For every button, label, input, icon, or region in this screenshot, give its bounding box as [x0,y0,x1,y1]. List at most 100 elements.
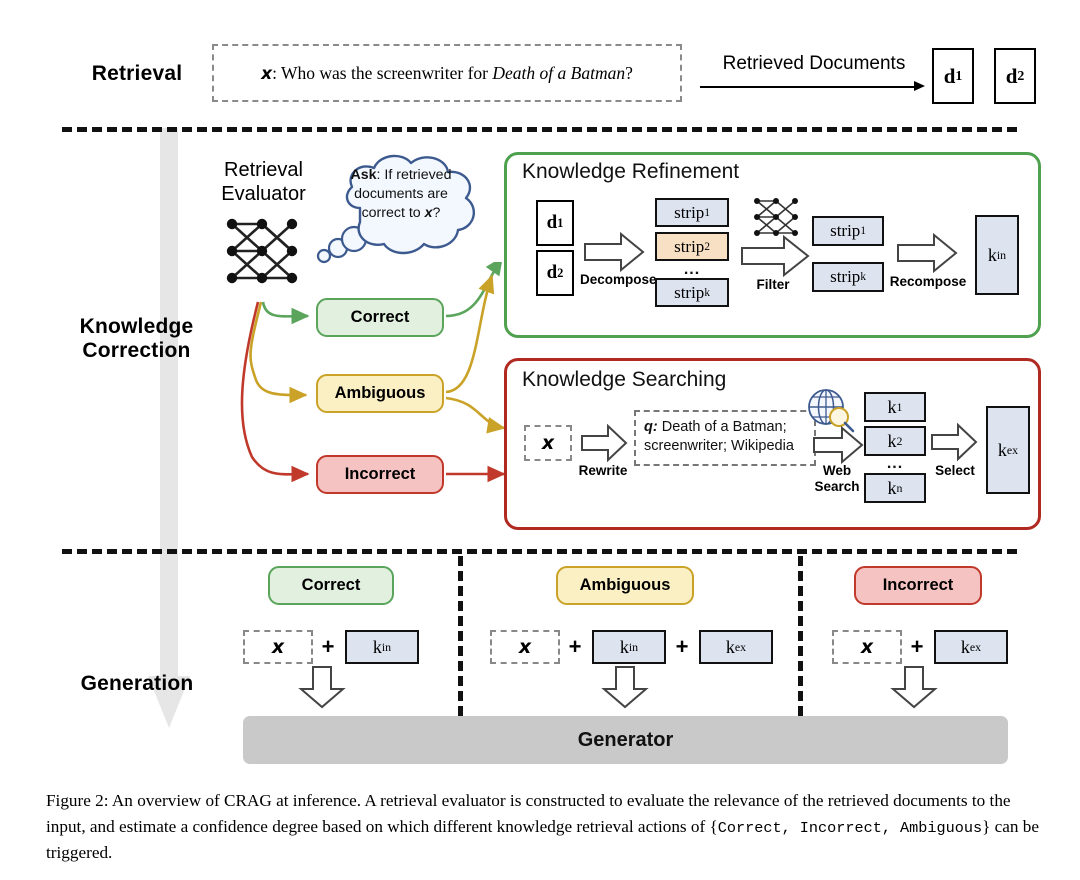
section-divider-correction [62,549,1017,554]
k-subscript: n [896,480,903,495]
generation-pill-incorrect[interactable]: Incorrect [854,566,982,605]
retrieved-document-d1: d1 [932,48,974,104]
k-subscript: 2 [896,433,903,448]
strip-subscript: 1 [860,225,866,237]
query-suffix: ? [625,62,633,83]
bubble-line3-post: ? [432,205,441,222]
generation-input-x-ambiguous: x [490,630,560,664]
input-query-text: x: Who was the screenwriter for Death of… [261,63,633,84]
decision-pill-correct[interactable]: Correct [316,298,444,337]
caption-actions: Correct, Incorrect, Ambiguous [717,818,983,837]
generation-down-arrow-incorrect [890,666,938,709]
generation-down-arrow-ambiguous [601,666,649,709]
generation-plus-correct-1: + [321,634,335,659]
web-search-line2: Search [814,478,860,494]
stage-label-knowledge-correction: Knowledge Correction [54,315,219,362]
k-label: k [960,636,970,657]
strip-subscript: 1 [704,206,710,219]
strip-box-1: strip 1 [655,198,729,227]
doc-subscript: 2 [1017,68,1025,83]
k-label: k [887,430,897,451]
strip-label: strip [674,282,705,302]
decompose-label: Decompose [580,272,657,287]
search-result-kn: kn [864,473,926,503]
rewritten-query-text: q: Death of a Batman; [644,418,806,437]
retrieval-arrow-head [914,81,925,91]
search-result-ellipsis: ... [886,455,904,472]
decision-pill-ambiguous[interactable]: Ambiguous [316,374,444,413]
filter-label: Filter [756,277,790,292]
k-subscript: ex [1006,442,1019,457]
rewrite-arrow-icon [581,424,628,462]
k-subscript: ex [734,639,747,654]
bubble-ask-label: Ask [350,167,377,183]
generation-pill-ambiguous[interactable]: Ambiguous [556,566,694,605]
k-subscript: in [381,639,392,654]
query-marker-q: q: [644,419,658,435]
generation-pill-correct[interactable]: Correct [268,566,394,605]
generator-bar[interactable]: Generator [243,716,1008,764]
strip-box-k: strip k [655,278,729,307]
k-label: k [987,244,997,265]
web-search-arrow-icon [813,425,864,465]
internal-knowledge-output: k in [975,215,1019,295]
rewrite-label: Rewrite [578,463,628,478]
search-result-k2: k2 [864,426,926,456]
generation-down-arrow-correct [298,666,346,709]
query-colon-text: : Who was the screenwriter for [272,62,493,83]
decision-pill-incorrect[interactable]: Incorrect [316,455,444,494]
kept-strip-box-k: strip k [812,262,884,292]
k-subscript: in [996,247,1007,262]
generation-knowledge-correct-kin: k in [345,630,419,664]
decompose-arrow-icon [584,231,645,273]
filter-neural-network-icon [754,198,798,236]
doc-subscript: 1 [955,68,963,83]
generation-divider-1 [458,556,463,716]
filter-arrow-icon [741,234,810,278]
retrieved-document-d2: d2 [994,48,1036,104]
bubble-variable-x: x [424,205,433,222]
strip-subscript: k [860,271,866,283]
generation-plus-incorrect-1: + [910,634,924,659]
strip-label: strip [674,202,705,222]
bubble-line3-pre: correct to [361,205,425,222]
k-label: k [725,636,735,657]
query-movie-title: Death of a Batman [492,62,626,83]
doc-label: d [1005,63,1018,88]
stage-label-line1: Knowledge [79,315,194,338]
doc-label: d [943,63,956,88]
crag-figure: Retrieval Knowledge Correction Generatio… [0,0,1080,880]
stage-label-retrieval: Retrieval [91,62,183,85]
generation-divider-2 [798,556,803,716]
generation-knowledge-ambiguous-kex: k ex [699,630,773,664]
query-variable-x: x [261,63,273,84]
stage-label-generation: Generation [80,672,194,695]
refinement-input-d2: d2 [536,250,574,296]
doc-label: d [546,262,558,283]
caption-prefix: Figure 2: [46,791,109,810]
k-label: k [372,636,382,657]
strip-ellipsis: ... [683,261,701,278]
flow-direction-arrow [148,128,190,728]
knowledge-refinement-title: Knowledge Refinement [522,160,740,183]
doc-subscript: 2 [557,265,564,280]
k-subscript: 1 [896,399,903,414]
bubble-line-2: documents are [354,186,448,203]
select-label: Select [935,463,975,478]
strip-label: strip [830,221,861,240]
generation-input-x-correct: x [243,630,313,664]
strip-label: strip [830,267,861,286]
k-subscript: in [628,639,639,654]
web-search-label: Web Search [806,463,868,494]
external-knowledge-output: k ex [986,406,1030,494]
recompose-arrow-icon [897,232,958,274]
bubble-line-1: Ask: If retrieved [306,166,496,185]
retrieved-documents-label: Retrieved Documents [722,53,906,74]
bubble-line1-rest: : If retrieved [376,167,452,183]
select-arrow-icon [931,422,978,462]
stage-label-line2: Correction [82,338,191,362]
strip-label: strip [674,236,705,256]
strip-subscript: 2 [704,240,710,253]
bubble-line-3: correct to x? [306,204,496,223]
section-divider-retrieval [62,127,1017,132]
